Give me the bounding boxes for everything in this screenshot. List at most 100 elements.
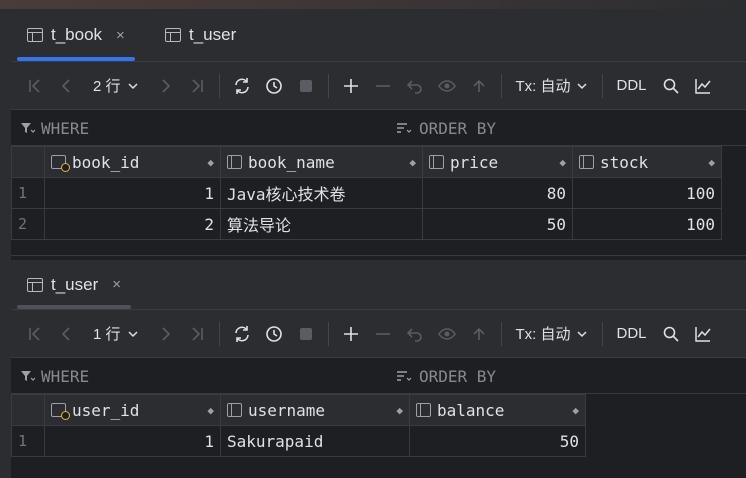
preview-eye-icon[interactable] (431, 70, 463, 102)
table-icon (27, 277, 43, 292)
ddl-button[interactable]: DDL (609, 77, 655, 94)
close-icon[interactable]: × (112, 276, 121, 293)
tab-label: t_book (51, 25, 103, 44)
table-row[interactable]: 1 1 Java核心技术卷 80 100 (11, 177, 722, 209)
book-tab-bar: t_book × t_user (11, 9, 746, 62)
chevron-down-icon (127, 82, 138, 89)
refresh-icon[interactable] (226, 318, 258, 350)
column-label: stock (600, 152, 649, 172)
close-icon[interactable]: × (116, 27, 125, 44)
grid-corner (11, 146, 45, 178)
cell-book-id[interactable]: 2 (44, 208, 221, 240)
row-count-dropdown[interactable]: 2 行 (83, 75, 149, 96)
chart-icon[interactable] (687, 318, 719, 350)
column-header-price[interactable]: price ◆ (422, 146, 573, 178)
column-header-username[interactable]: username ◆ (220, 394, 410, 426)
book-filter-bar: WHERE ORDER BY (11, 110, 746, 146)
cell-balance[interactable]: 50 (409, 425, 586, 457)
user-tab-bar: t_user × (11, 260, 746, 310)
transaction-mode-dropdown[interactable]: Tx: 自动 (508, 75, 596, 96)
delete-row-icon[interactable] (367, 70, 399, 102)
cell-price[interactable]: 80 (422, 177, 573, 209)
order-by-filter[interactable]: ORDER BY (395, 358, 496, 394)
next-page-icon[interactable] (149, 318, 181, 350)
column-header-book-id[interactable]: book_id ◆ (44, 146, 221, 178)
sort-arrows-icon[interactable]: ◆ (559, 156, 566, 169)
column-header-balance[interactable]: balance ◆ (409, 394, 586, 426)
chevron-down-icon (576, 330, 587, 337)
column-header-book-name[interactable]: book_name ◆ (220, 146, 423, 178)
user-filter-bar: WHERE ORDER BY (11, 358, 746, 394)
row-number: 1 (11, 177, 45, 209)
sort-arrows-icon[interactable]: ◆ (409, 156, 416, 169)
add-row-icon[interactable] (335, 318, 367, 350)
sort-arrows-icon[interactable]: ◆ (572, 404, 579, 417)
tab-t-user[interactable]: t_user (165, 9, 236, 61)
prev-page-icon[interactable] (51, 70, 83, 102)
history-clock-icon[interactable] (258, 318, 290, 350)
history-clock-icon[interactable] (258, 70, 290, 102)
primary-key-icon (51, 403, 70, 420)
toolbar-divider (601, 73, 603, 98)
cell-stock[interactable]: 100 (572, 208, 722, 240)
toolbar-divider (601, 321, 603, 346)
first-page-icon[interactable] (19, 318, 51, 350)
ddl-button[interactable]: DDL (609, 325, 655, 342)
column-label: book_id (72, 152, 140, 172)
user-toolbar: 1 行 Tx: 自动 DDL (11, 310, 746, 358)
table-row[interactable]: 1 1 Sakurapaid 50 (11, 425, 586, 457)
stop-icon[interactable] (290, 70, 322, 102)
where-filter[interactable]: WHERE (19, 110, 89, 146)
cell-stock[interactable]: 100 (572, 177, 722, 209)
toolbar-divider (500, 321, 502, 346)
row-count-dropdown[interactable]: 1 行 (83, 323, 149, 344)
tab-t-user[interactable]: t_user × (17, 260, 132, 309)
column-header-user-id[interactable]: user_id ◆ (44, 394, 221, 426)
add-row-icon[interactable] (335, 70, 367, 102)
last-page-icon[interactable] (181, 70, 213, 102)
tab-t-book[interactable]: t_book × (17, 9, 135, 61)
sort-arrows-icon[interactable]: ◆ (708, 156, 715, 169)
cell-book-name[interactable]: Java核心技术卷 (220, 177, 423, 209)
first-page-icon[interactable] (19, 70, 51, 102)
delete-row-icon[interactable] (367, 318, 399, 350)
next-page-icon[interactable] (149, 70, 181, 102)
table-row[interactable]: 2 2 算法导论 50 100 (11, 208, 722, 240)
stop-icon[interactable] (290, 318, 322, 350)
cell-book-id[interactable]: 1 (44, 177, 221, 209)
column-icon (227, 403, 242, 417)
preview-eye-icon[interactable] (431, 318, 463, 350)
cell-price[interactable]: 50 (422, 208, 573, 240)
refresh-icon[interactable] (226, 70, 258, 102)
sort-arrows-icon[interactable]: ◆ (396, 404, 403, 417)
book-data-grid: book_id ◆ book_name ◆ price ◆ stock ◆ 1 1 Ja… (11, 146, 722, 240)
primary-key-icon (51, 155, 70, 172)
row-number: 1 (11, 425, 45, 457)
book-toolbar: 2 行 Tx: 自动 DDL (11, 62, 746, 110)
filter-icon (21, 371, 35, 381)
toolbar-divider (327, 73, 329, 98)
submit-up-arrow-icon[interactable] (463, 70, 495, 102)
where-filter[interactable]: WHERE (19, 358, 89, 394)
order-by-filter[interactable]: ORDER BY (395, 110, 496, 146)
cell-username[interactable]: Sakurapaid (220, 425, 410, 457)
user-result-panel: t_user × 1 行 Tx: 自动 DDL WHERE ORDER BY u… (11, 260, 746, 478)
order-by-label: ORDER BY (419, 366, 497, 386)
last-page-icon[interactable] (181, 318, 213, 350)
submit-up-arrow-icon[interactable] (463, 318, 495, 350)
column-header-stock[interactable]: stock ◆ (572, 146, 722, 178)
prev-page-icon[interactable] (51, 318, 83, 350)
revert-icon[interactable] (399, 318, 431, 350)
cell-user-id[interactable]: 1 (44, 425, 221, 457)
cell-book-name[interactable]: 算法导论 (220, 208, 423, 240)
sort-arrows-icon[interactable]: ◆ (207, 156, 214, 169)
search-icon[interactable] (655, 70, 687, 102)
search-icon[interactable] (655, 318, 687, 350)
row-count-label: 1 行 (93, 326, 121, 343)
sort-arrows-icon[interactable]: ◆ (207, 404, 214, 417)
transaction-mode-dropdown[interactable]: Tx: 自动 (508, 323, 596, 344)
revert-icon[interactable] (399, 70, 431, 102)
toolbar-divider (327, 321, 329, 346)
table-icon (27, 28, 43, 42)
chart-icon[interactable] (687, 70, 719, 102)
